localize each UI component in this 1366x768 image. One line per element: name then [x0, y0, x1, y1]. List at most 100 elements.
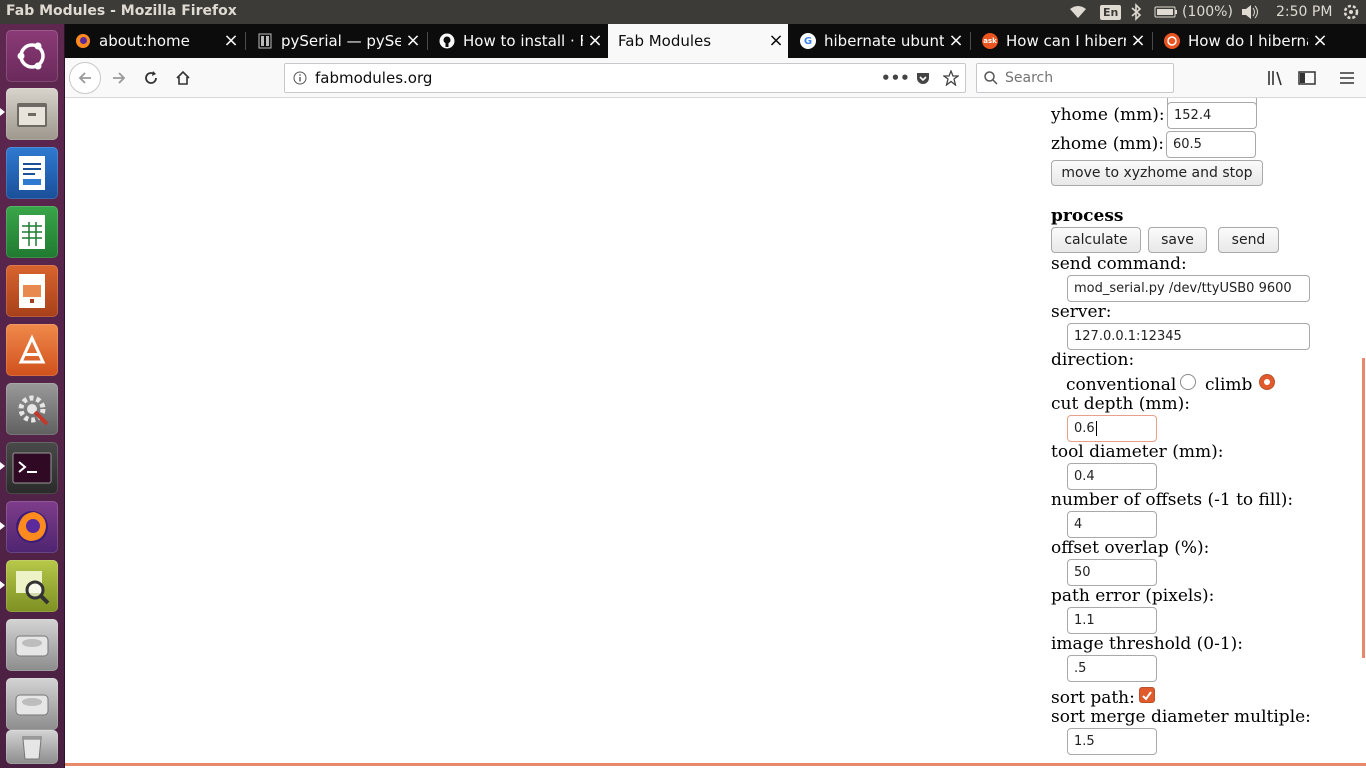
tab-how-can-i-hibernate[interactable]: ask How can I hiberna ×	[972, 24, 1150, 58]
tab-fab-modules[interactable]: Fab Modules ×	[608, 24, 788, 58]
conventional-radio[interactable]	[1180, 374, 1196, 390]
yhome-field[interactable]: 152.4	[1167, 102, 1257, 129]
impress-icon[interactable]	[6, 265, 58, 317]
send-command-field[interactable]: mod_serial.py /dev/ttyUSB0 9600	[1067, 275, 1310, 302]
direction-label: direction:	[1051, 350, 1135, 370]
page-content: yhome (mm): 152.4 zhome (mm): 60.5 move …	[65, 98, 1366, 768]
zhome-field[interactable]: 60.5	[1166, 131, 1256, 158]
tab-about-home[interactable]: about:home ×	[65, 24, 243, 58]
tab-bar: about:home × pySerial — pySeria × How to…	[65, 24, 1366, 58]
sort-merge-label: sort merge diameter multiple:	[1051, 707, 1311, 727]
url-text: fabmodules.org	[315, 69, 433, 87]
wifi-icon[interactable]	[1068, 2, 1088, 22]
search-bar[interactable]: Search	[976, 63, 1174, 93]
close-icon[interactable]: ×	[944, 24, 968, 58]
server-field[interactable]: 127.0.0.1:12345	[1067, 323, 1310, 350]
conventional-label: conventional	[1066, 375, 1177, 395]
sidebar-button[interactable]	[1291, 62, 1323, 94]
tool-diameter-label: tool diameter (mm):	[1051, 442, 1224, 462]
terminal-icon[interactable]	[6, 442, 58, 494]
trash-icon[interactable]	[6, 730, 58, 764]
settings-icon[interactable]	[6, 383, 58, 435]
tab-pyserial[interactable]: pySerial — pySeria ×	[247, 24, 425, 58]
offsets-label: number of offsets (-1 to fill):	[1051, 490, 1294, 510]
checkmark-icon	[1142, 691, 1152, 701]
cut-depth-label: cut depth (mm):	[1051, 394, 1190, 414]
firefox-icon[interactable]	[6, 501, 58, 553]
drive-icon[interactable]	[6, 619, 58, 671]
pocket-icon[interactable]	[909, 70, 937, 86]
menu-button[interactable]	[1331, 62, 1363, 94]
search-placeholder: Search	[1005, 70, 1054, 86]
running-indicator	[0, 581, 5, 589]
climb-label: climb	[1205, 375, 1253, 395]
close-icon[interactable]: ×	[764, 24, 788, 58]
tab-hibernate-ubuntu[interactable]: G hibernate ubuntu ×	[790, 24, 968, 58]
running-indicator	[0, 522, 5, 530]
save-button[interactable]: save	[1148, 227, 1207, 253]
tool-diameter-field[interactable]: 0.4	[1067, 463, 1157, 490]
overlap-field[interactable]: 50	[1067, 559, 1157, 586]
bookmark-star-icon[interactable]	[937, 70, 965, 86]
writer-icon[interactable]	[6, 147, 58, 199]
clock[interactable]: 2:50 PM	[1276, 2, 1332, 22]
close-icon[interactable]: ×	[219, 24, 243, 58]
tab-separator	[245, 32, 246, 50]
path-error-field[interactable]: 1.1	[1067, 607, 1157, 634]
sort-path-checkbox[interactable]	[1139, 687, 1155, 703]
sidebar-icon	[1298, 71, 1316, 85]
overlap-label: offset overlap (%):	[1051, 538, 1210, 558]
google-icon: G	[800, 33, 816, 49]
github-icon	[439, 33, 455, 49]
files-icon[interactable]	[6, 88, 58, 140]
software-center-icon[interactable]	[6, 324, 58, 376]
bottom-border	[65, 763, 1366, 766]
home-button[interactable]	[167, 62, 199, 94]
tab-how-do-i-hibernate[interactable]: How do I hiberna ×	[1154, 24, 1332, 58]
zhome-label: zhome (mm):	[1051, 134, 1164, 154]
library-button[interactable]	[1260, 62, 1292, 94]
cut-depth-field[interactable]: 0.6	[1067, 415, 1157, 442]
power-gear-icon[interactable]	[1342, 2, 1360, 22]
keyboard-indicator[interactable]: En	[1100, 2, 1122, 22]
running-indicator	[0, 462, 5, 470]
askubuntu-icon: ask	[982, 33, 998, 49]
nav-bar: fabmodules.org ••• Search	[65, 58, 1366, 98]
tab-separator	[427, 32, 428, 50]
ubuntu-dash-icon[interactable]	[6, 30, 58, 82]
battery-indicator[interactable]: (100%)	[1154, 2, 1233, 22]
home-icon	[176, 70, 190, 85]
volume-icon[interactable]	[1240, 2, 1260, 22]
image-viewer-icon[interactable]	[6, 560, 58, 612]
arrow-left-icon	[78, 72, 91, 84]
search-icon	[977, 71, 1005, 85]
running-indicator	[0, 108, 5, 116]
url-bar[interactable]: fabmodules.org •••	[284, 63, 966, 93]
close-icon[interactable]: ×	[583, 24, 607, 58]
reload-button[interactable]	[135, 62, 167, 94]
forward-button[interactable]	[103, 62, 135, 94]
tab-how-to-install[interactable]: How to install · Fa ×	[429, 24, 607, 58]
close-icon[interactable]: ×	[401, 24, 425, 58]
offsets-field[interactable]: 4	[1067, 511, 1157, 538]
send-button[interactable]: send	[1218, 227, 1279, 253]
close-icon[interactable]: ×	[1126, 24, 1150, 58]
sort-merge-field[interactable]: 1.5	[1067, 728, 1157, 755]
threshold-field[interactable]: .5	[1067, 655, 1157, 682]
climb-radio[interactable]	[1259, 374, 1275, 390]
launcher	[0, 24, 65, 768]
library-icon	[1268, 71, 1282, 86]
move-to-xyzhome-button[interactable]: move to xyzhome and stop	[1051, 160, 1263, 186]
page-actions-icon[interactable]: •••	[881, 69, 910, 87]
calc-icon[interactable]	[6, 206, 58, 258]
text-caret	[1095, 421, 1097, 436]
close-icon[interactable]: ×	[1308, 24, 1332, 58]
window-title: Fab Modules - Mozilla Firefox	[6, 3, 237, 19]
calculate-button[interactable]: calculate	[1051, 227, 1141, 253]
bluetooth-icon[interactable]	[1130, 2, 1142, 22]
drive-icon[interactable]	[6, 678, 58, 730]
scrollbar-thumb[interactable]	[1362, 358, 1365, 658]
reload-icon	[145, 71, 157, 84]
info-icon[interactable]	[285, 71, 315, 85]
back-button[interactable]	[69, 62, 101, 94]
